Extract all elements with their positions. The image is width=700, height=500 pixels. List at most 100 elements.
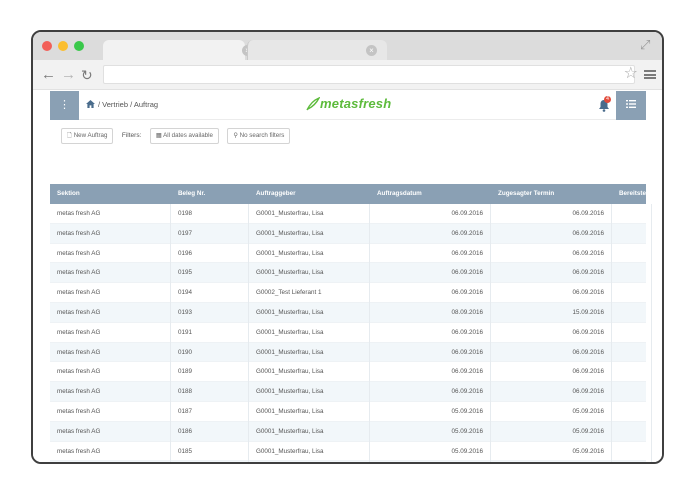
breadcrumb-text: / Vertrieb / Auftrag xyxy=(98,100,159,109)
metasfresh-logo[interactable]: metasfresh xyxy=(306,96,391,111)
table-row[interactable]: metas fresh AG 0198 G0001_Musterfrau, Lisa… xyxy=(50,204,652,224)
bookmark-star-icon[interactable]: ☆ xyxy=(624,65,638,83)
cell-auftragsdatum: 08.09.2016 xyxy=(370,302,491,323)
cell-bereitstellungsdatum xyxy=(612,421,652,442)
back-arrow-icon[interactable]: ← xyxy=(41,67,56,83)
column-header-bereitstellungsdatum[interactable]: Bereitstellungsdatum xyxy=(612,184,652,204)
cell-zugesagter-termin: 05.09.2016 xyxy=(491,461,612,462)
table-row[interactable]: metas fresh AG 0197 G0001_Musterfrau, Lisa… xyxy=(50,223,652,244)
notification-badge: 4 xyxy=(604,96,611,103)
document-icon: 🗋 xyxy=(67,131,74,139)
grid-toolbar: 🗋 New Auftrag Filters: ▦ All dates avail… xyxy=(61,127,294,145)
cell-auftragsdatum: 06.09.2016 xyxy=(370,382,491,402)
breadcrumb[interactable]: / Vertrieb / Auftrag xyxy=(86,100,158,109)
minimize-window-button[interactable] xyxy=(58,41,68,51)
table-row[interactable]: metas fresh AG0184G0001_Musterfrau, Lisa… xyxy=(50,461,652,462)
table-row[interactable]: metas fresh AG 0188 G0001_Musterfrau, Lisa… xyxy=(50,382,652,402)
browser-tab-strip: × × ⤢ xyxy=(33,32,662,60)
cell-auftragsdatum: 05.09.2016 xyxy=(370,441,491,462)
cell-auftraggeber: G0001_Musterfrau, Lisa xyxy=(249,342,370,363)
table-row[interactable]: metas fresh AG 0186 G0001_Musterfrau, Lisa… xyxy=(50,421,652,442)
fullscreen-icon[interactable]: ⤢ xyxy=(640,38,654,52)
table-row[interactable]: metas fresh AG 0196 G0001_Musterfrau, Lisa… xyxy=(50,243,652,264)
date-filter-button[interactable]: ▦ All dates available xyxy=(149,127,219,144)
browser-menu-icon[interactable] xyxy=(644,70,656,79)
logo-text: metasfresh xyxy=(320,96,392,111)
cell-zugesagter-termin: 06.09.2016 xyxy=(491,263,612,284)
cell-sektion: metas fresh AG xyxy=(50,362,171,383)
cell-sektion: metas fresh AG xyxy=(50,322,171,343)
new-order-button[interactable]: 🗋 New Auftrag xyxy=(61,127,114,144)
search-filter-button[interactable]: ⚲ No search filters xyxy=(227,127,291,144)
cell-sektion: metas fresh AG xyxy=(50,382,171,402)
cell-auftragsdatum: 05.09.2016 xyxy=(370,401,491,422)
cell-beleg-nr: 0188 xyxy=(171,382,249,402)
column-header-auftragsdatum[interactable]: Auftragsdatum xyxy=(370,184,491,204)
table-row[interactable]: metas fresh AG 0185 G0001_Musterfrau, Lisa… xyxy=(50,441,652,462)
close-window-button[interactable] xyxy=(42,41,52,51)
column-header-auftraggeber[interactable]: Auftraggeber xyxy=(249,184,370,204)
cell-bereitstellungsdatum xyxy=(612,401,652,422)
table-row[interactable]: metas fresh AG 0189 G0001_Musterfrau, Lisa… xyxy=(50,362,652,383)
address-bar[interactable] xyxy=(103,65,635,84)
forward-arrow-icon[interactable]: → xyxy=(61,67,76,83)
cell-bereitstellungsdatum xyxy=(612,362,652,383)
filters-label: Filters: xyxy=(121,132,142,140)
date-filter-label: All dates available xyxy=(163,131,213,139)
cell-auftragsdatum: 06.09.2016 xyxy=(370,243,491,264)
cell-sektion: metas fresh AG xyxy=(50,342,171,363)
cell-zugesagter-termin: 06.09.2016 xyxy=(491,322,612,343)
table-row[interactable]: metas fresh AG 0190 G0001_Musterfrau, Lisa… xyxy=(50,342,652,363)
cell-zugesagter-termin: 06.09.2016 xyxy=(491,342,612,363)
cell-auftragsdatum: 06.09.2016 xyxy=(370,342,491,363)
reload-icon[interactable]: ↻ xyxy=(81,67,93,83)
table-row[interactable]: metas fresh AG 0194 G0002_Test Lieferant 1… xyxy=(50,283,652,303)
cell-bereitstellungsdatum xyxy=(612,342,652,363)
cell-auftragsdatum: 06.09.2016 xyxy=(370,223,491,244)
browser-tab-inactive[interactable]: × xyxy=(247,40,387,60)
column-header-beleg-nr[interactable]: Beleg Nr. xyxy=(171,184,249,204)
cell-bereitstellungsdatum xyxy=(612,263,652,284)
table-row[interactable]: metas fresh AG 0193 G0001_Musterfrau, Lisa… xyxy=(50,302,652,323)
tab-close-icon[interactable]: × xyxy=(366,45,377,56)
maximize-window-button[interactable] xyxy=(74,41,84,51)
list-icon xyxy=(626,100,636,108)
column-header-zugesagter-termin[interactable]: Zugesagter Termin xyxy=(491,184,612,204)
cell-auftragsdatum: 06.09.2016 xyxy=(370,283,491,303)
table-row[interactable]: metas fresh AG 0195 G0001_Musterfrau, Lisa… xyxy=(50,263,652,284)
cell-bereitstellungsdatum xyxy=(612,204,652,224)
browser-navbar: ← → ↻ ☆ xyxy=(33,60,662,90)
home-icon xyxy=(86,100,95,108)
cell-beleg-nr: 0195 xyxy=(171,263,249,284)
orders-grid: Sektion Beleg Nr. Auftraggeber Auftragsd… xyxy=(50,184,652,462)
browser-window: × × ⤢ ← → ↻ ☆ ⋮ / Vertrieb / Auftrag xyxy=(31,30,664,464)
cell-sektion: metas fresh AG xyxy=(50,401,171,422)
table-row[interactable]: metas fresh AG 0187 G0001_Musterfrau, Lisa… xyxy=(50,401,652,422)
cell-auftraggeber: G0001_Musterfrau, Lisa xyxy=(249,461,370,462)
cell-auftraggeber: G0001_Musterfrau, Lisa xyxy=(249,263,370,284)
cell-beleg-nr: 0189 xyxy=(171,362,249,383)
calendar-icon: ▦ xyxy=(155,131,164,139)
table-row[interactable]: metas fresh AG 0191 G0001_Musterfrau, Lisa… xyxy=(50,322,652,343)
side-menu-button[interactable]: ⋮ xyxy=(50,91,79,120)
cell-bereitstellungsdatum xyxy=(612,441,652,462)
search-filter-label: No search filters xyxy=(239,131,285,139)
cell-auftraggeber: G0001_Musterfrau, Lisa xyxy=(249,322,370,343)
browser-tab-active[interactable]: × xyxy=(103,40,253,60)
cell-beleg-nr: 0187 xyxy=(171,401,249,422)
cell-zugesagter-termin: 06.09.2016 xyxy=(491,283,612,303)
cell-beleg-nr: 0191 xyxy=(171,322,249,343)
cell-auftraggeber: G0001_Musterfrau, Lisa xyxy=(249,362,370,383)
cell-sektion: metas fresh AG xyxy=(50,283,171,303)
cell-beleg-nr: 0190 xyxy=(171,342,249,363)
cell-auftraggeber: G0001_Musterfrau, Lisa xyxy=(249,302,370,323)
column-header-sektion[interactable]: Sektion xyxy=(50,184,171,204)
cell-zugesagter-termin: 05.09.2016 xyxy=(491,441,612,462)
cell-bereitstellungsdatum xyxy=(612,322,652,343)
cell-auftragsdatum: 06.09.2016 xyxy=(370,204,491,224)
app-viewport: ⋮ / Vertrieb / Auftrag metasfresh 4 🗋 Ne… xyxy=(33,91,662,462)
cell-auftraggeber: G0002_Test Lieferant 1 xyxy=(249,283,370,303)
views-menu-button[interactable] xyxy=(616,91,646,120)
notifications-button[interactable]: 4 xyxy=(598,96,612,113)
cell-beleg-nr: 0186 xyxy=(171,421,249,442)
